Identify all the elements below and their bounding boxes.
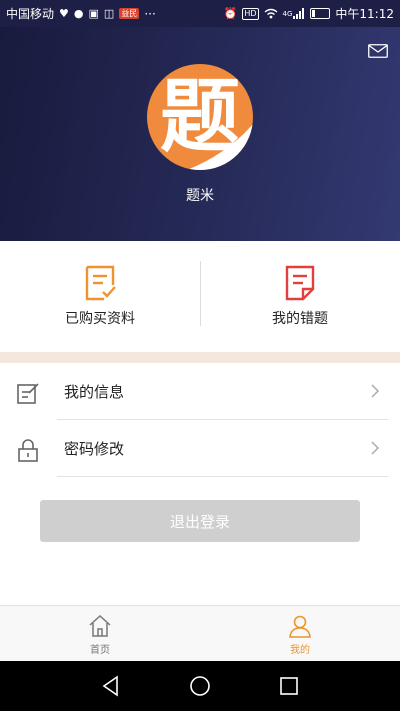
hd-badge: HD [242,7,259,20]
tab-home[interactable]: 首页 [0,606,200,662]
menu-item-change-password[interactable]: 密码修改 [0,420,400,477]
username: 题米 [186,188,214,204]
signal-icon [293,8,305,19]
wrong-questions-label: 我的错题 [272,311,328,327]
row-divider [57,476,388,477]
heart-icon: ♥ [59,7,69,20]
chat-icon: ● [73,7,84,20]
tab-home-label: 首页 [90,645,110,656]
app-icon-2: ◫ [103,7,115,20]
battery-icon [310,8,331,19]
menu-item-label: 密码修改 [64,440,125,458]
edit-info-icon [17,383,39,404]
system-navigation-bar [0,661,400,711]
recents-square-icon[interactable] [277,674,301,698]
bottom-tab-bar: 首页 我的 [0,605,400,662]
menu-item-my-info[interactable]: 我的信息 [0,363,400,420]
alarm-icon: ⏰ [223,7,238,20]
wrong-questions-button[interactable]: 我的错题 [200,241,400,352]
lock-icon [18,439,38,462]
tab-mine-label: 我的 [290,645,310,656]
home-circle-icon[interactable] [188,674,212,698]
more-notifications-icon: ··· [144,6,156,21]
back-icon[interactable] [99,674,123,698]
logout-button[interactable]: 退出登录 [40,500,360,542]
chevron-right-icon [371,441,380,455]
status-bar-right: ⏰ HD 4G 中午11:12 [224,0,394,27]
quick-actions: 已购买资料 我的错题 [0,241,400,352]
purchased-materials-label: 已购买资料 [65,311,135,327]
purchased-document-icon [85,265,116,301]
chevron-right-icon [371,384,380,398]
wifi-icon [264,8,277,19]
status-bar-left: 中国移动 ♥ ● ▣ ◫ 益民 ··· [6,0,156,27]
profile-header: 题 题米 [0,27,400,241]
app-icon: ▣ [88,7,99,20]
app-badge: 益民 [119,8,140,19]
home-icon [89,614,111,637]
separator-band [0,352,400,363]
user-icon [289,615,311,638]
purchased-materials-button[interactable]: 已购买资料 [0,241,200,352]
tab-mine[interactable]: 我的 [200,606,400,662]
carrier-label: 中国移动 [6,7,55,21]
menu-item-label: 我的信息 [64,383,125,401]
avatar[interactable]: 题 [147,64,253,170]
clock: 中午11:12 [335,7,394,21]
wrong-question-document-icon [285,265,315,301]
status-bar: 中国移动 ♥ ● ▣ ◫ 益民 ··· ⏰ HD 4G 中午11:12 [0,0,400,27]
avatar-logo-text: 题 [160,70,240,163]
network-type-label: 4G [282,9,293,18]
mail-icon[interactable] [368,44,388,58]
